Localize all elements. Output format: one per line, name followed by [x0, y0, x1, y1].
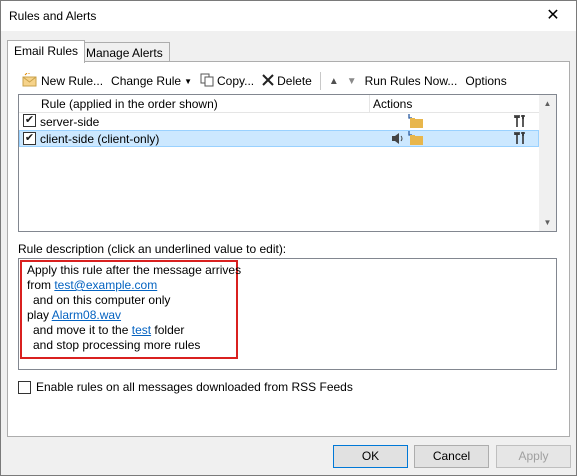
- copy-rule-button[interactable]: Copy...: [196, 70, 258, 92]
- rule-enabled-checkbox[interactable]: ✔: [23, 114, 36, 127]
- title-bar: Rules and Alerts ✕: [1, 1, 576, 31]
- change-rule-label: Change Rule: [111, 74, 182, 88]
- column-header-rule[interactable]: Rule (applied in the order shown): [41, 97, 218, 111]
- move-to-folder-icon: [406, 131, 424, 149]
- rule-name: client-side (client-only): [40, 132, 160, 146]
- rss-rules-option[interactable]: Enable rules on all messages downloaded …: [18, 380, 353, 394]
- sound-file-link[interactable]: Alarm08.wav: [52, 308, 121, 322]
- desc-line-play: play Alarm08.wav: [27, 308, 121, 322]
- rules-list[interactable]: Rule (applied in the order shown) Action…: [18, 94, 557, 232]
- delete-icon: [262, 73, 274, 89]
- column-divider: [369, 95, 370, 112]
- column-header-actions[interactable]: Actions: [373, 97, 412, 111]
- ok-button[interactable]: OK: [333, 445, 408, 468]
- delete-rule-button[interactable]: Delete: [258, 70, 316, 92]
- rule-enabled-checkbox[interactable]: ✔: [23, 132, 36, 145]
- window-title: Rules and Alerts: [9, 9, 97, 23]
- cancel-button[interactable]: Cancel: [414, 445, 489, 468]
- toolbar-separator: [319, 72, 321, 90]
- run-rules-now-label: Run Rules Now...: [364, 74, 458, 88]
- delete-label: Delete: [277, 74, 312, 88]
- scroll-down-icon[interactable]: ▼: [539, 214, 556, 231]
- dropdown-arrow-icon: ▼: [184, 76, 193, 86]
- arrow-up-icon: ▲: [328, 75, 339, 87]
- rules-and-alerts-dialog: Rules and Alerts ✕ Email Rules Manage Al…: [0, 0, 577, 476]
- change-rule-button[interactable]: Change Rule ▼: [107, 70, 196, 92]
- email-rules-panel: New Rule... Change Rule ▼ Copy... Delete: [7, 61, 570, 437]
- rule-row-server-side[interactable]: ✔ server-side: [20, 113, 538, 130]
- desc-line-arrives: Apply this rule after the message arrive…: [27, 263, 242, 277]
- desc-play-text: play: [27, 308, 52, 322]
- new-rule-label: New Rule...: [41, 74, 104, 88]
- rules-toolbar: New Rule... Change Rule ▼ Copy... Delete: [18, 70, 511, 92]
- new-rule-button[interactable]: New Rule...: [18, 70, 107, 92]
- rule-row-client-side[interactable]: ✔ client-side (client-only): [19, 130, 539, 147]
- desc-from-text: from: [27, 278, 55, 292]
- run-rules-now-button[interactable]: Run Rules Now...: [361, 70, 462, 92]
- rule-description-label: Rule description (click an underlined va…: [18, 242, 287, 256]
- arrow-down-icon: ▼: [346, 75, 357, 87]
- sender-address-link[interactable]: test@example.com: [54, 278, 157, 292]
- options-label: Options: [465, 74, 507, 88]
- copy-icon: [200, 73, 214, 90]
- rule-settings-icon[interactable]: [514, 114, 528, 131]
- copy-label: Copy...: [217, 74, 255, 88]
- desc-line-move: and move it to the test folder: [33, 323, 184, 337]
- apply-button[interactable]: Apply: [496, 445, 571, 468]
- close-icon[interactable]: ✕: [530, 1, 576, 31]
- rules-list-header: Rule (applied in the order shown) Action…: [19, 95, 539, 113]
- play-sound-icon: [391, 132, 405, 148]
- tab-email-rules[interactable]: Email Rules: [7, 40, 86, 63]
- target-folder-link[interactable]: test: [132, 323, 151, 337]
- desc-folder-text: folder: [151, 323, 185, 337]
- desc-move-text: and move it to the: [33, 323, 132, 337]
- rss-checkbox[interactable]: [18, 380, 31, 394]
- desc-line-this-computer: and on this computer only: [33, 293, 171, 307]
- desc-line-stop: and stop processing more rules: [33, 338, 201, 352]
- rule-description-box: Apply this rule after the message arrive…: [18, 258, 557, 370]
- new-rule-icon: [22, 71, 38, 90]
- move-up-button[interactable]: ▲: [325, 70, 343, 92]
- rule-name: server-side: [40, 115, 100, 129]
- rules-list-scrollbar[interactable]: ▲ ▼: [539, 95, 556, 231]
- move-down-button[interactable]: ▼: [343, 70, 361, 92]
- scroll-up-icon[interactable]: ▲: [539, 95, 556, 112]
- desc-line-from: from test@example.com: [27, 278, 157, 292]
- options-button[interactable]: Options: [461, 70, 510, 92]
- rss-checkbox-label: Enable rules on all messages downloaded …: [36, 380, 353, 394]
- rule-settings-icon[interactable]: [514, 131, 528, 148]
